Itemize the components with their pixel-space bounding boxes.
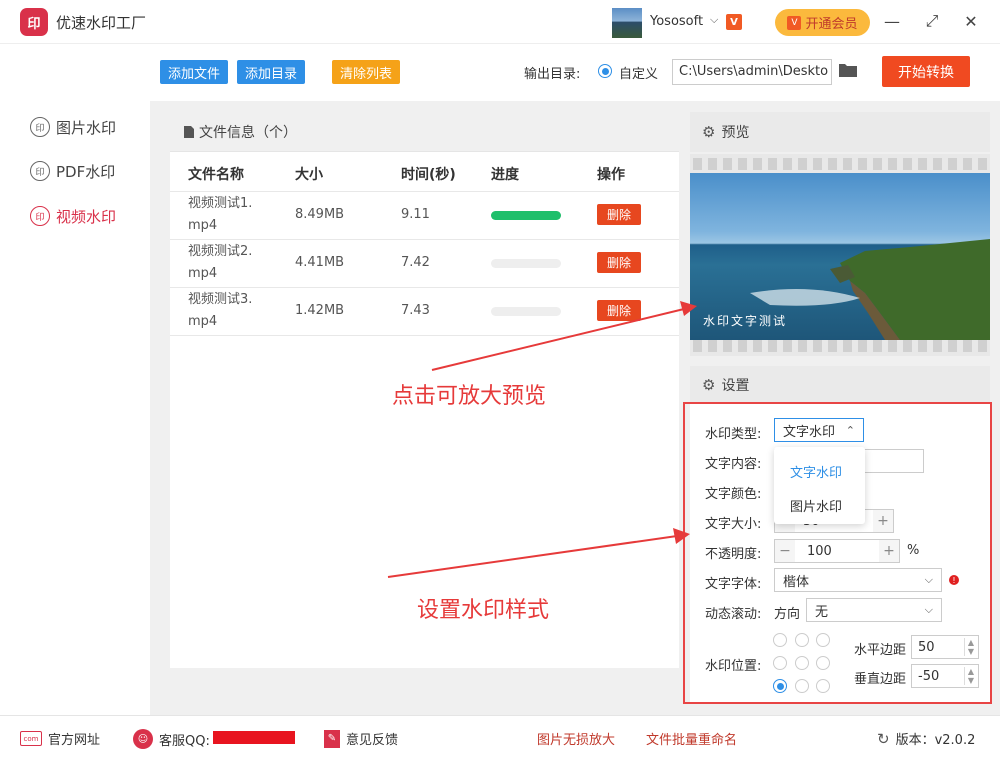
feedback-label: 意见反馈 (346, 733, 399, 748)
batch-rename-link[interactable]: 文件批量重命名 (646, 729, 737, 748)
official-website-link[interactable]: com 官方网址 (20, 729, 100, 748)
feedback-link[interactable]: ✎ 意见反馈 (324, 729, 398, 748)
service-avatar-icon: ☺ (133, 729, 153, 749)
refresh-icon: ↻ (877, 729, 890, 748)
annotation-settings-hint: 设置水印样式 (417, 598, 550, 623)
qq-label: 客服QQ: (159, 733, 210, 749)
website-label: 官方网址 (48, 733, 101, 748)
version-info[interactable]: ↻ 版本：v2.0.2 (877, 729, 976, 749)
annotation-preview-hint: 点击可放大预览 (392, 384, 547, 409)
lossless-enlarge-link[interactable]: 图片无损放大 (537, 729, 615, 748)
redacted-qq-number (213, 731, 295, 744)
website-icon: com (20, 731, 42, 746)
feedback-icon: ✎ (324, 729, 340, 748)
version-label: 版本：v2.0.2 (895, 733, 976, 748)
customer-service-qq[interactable]: ☺ 客服QQ: (133, 729, 210, 749)
